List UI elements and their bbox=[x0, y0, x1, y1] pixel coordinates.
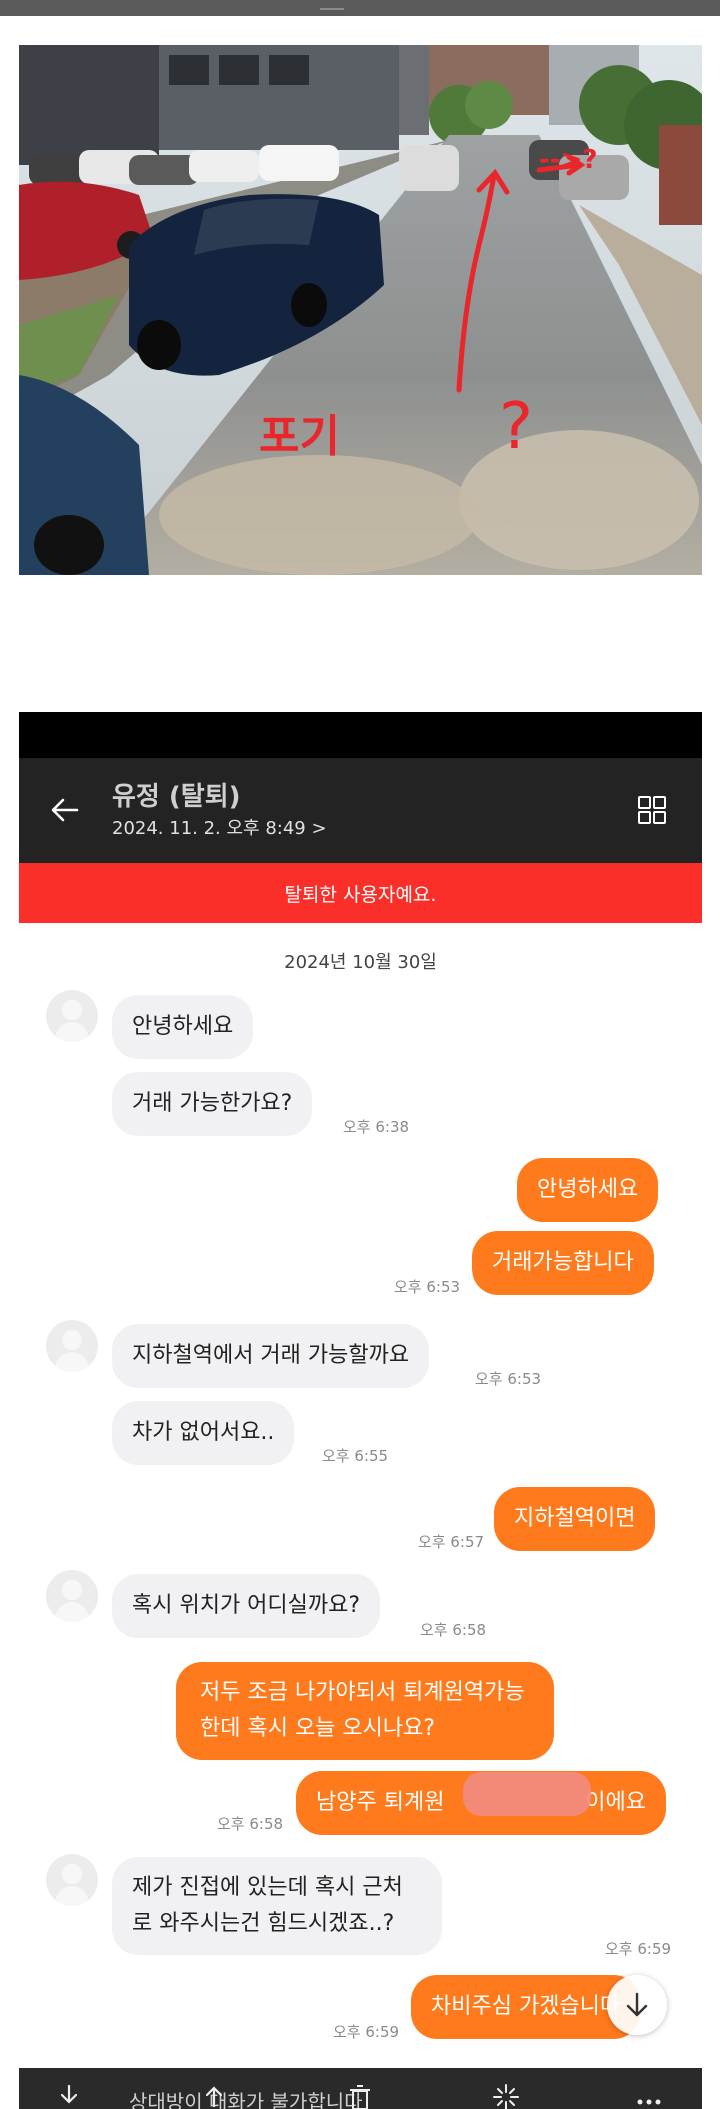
message-bubble-incoming: 혹시 위치가 어디실까요? bbox=[112, 1574, 381, 1638]
photo-annotation-question: ? bbox=[499, 390, 533, 464]
share-icon[interactable] bbox=[199, 2082, 229, 2109]
message-bubble-outgoing: 거래가능합니다 bbox=[472, 1231, 654, 1295]
scroll-down-icon bbox=[626, 1992, 648, 2017]
avatar[interactable] bbox=[46, 1854, 98, 1906]
avatar[interactable] bbox=[46, 1320, 98, 1372]
redaction-scribble bbox=[463, 1772, 591, 1816]
message-time: 오후 6:55 bbox=[322, 1447, 389, 1465]
chat-screen: 유정 (탈퇴) 2024. 11. 2. 오후 8:49 > 탈퇴한 사용자예요… bbox=[19, 712, 702, 2109]
chat-header: 유정 (탈퇴) 2024. 11. 2. 오후 8:49 > bbox=[19, 758, 702, 863]
date-separator: 2024년 10월 30일 bbox=[284, 952, 437, 973]
street-photo-drawing bbox=[19, 45, 702, 575]
top-bar bbox=[0, 0, 720, 16]
message-text: 남양주 퇴계원 bbox=[316, 1790, 445, 1815]
back-arrow-icon[interactable] bbox=[47, 792, 83, 828]
street-photo: 포기 ? -->? bbox=[19, 45, 702, 575]
message-bubble-outgoing: 지하철역이면 bbox=[494, 1487, 656, 1551]
message-time: 오후 6:53 bbox=[394, 1278, 461, 1296]
avatar[interactable] bbox=[46, 990, 98, 1042]
message-bubble-outgoing: 저두 조금 나가야되서 퇴계원역가능한데 혹시 오늘 오시나요? bbox=[176, 1662, 554, 1760]
message-text-suffix: 이에요 bbox=[585, 1790, 646, 1815]
message-time: 오후 6:58 bbox=[420, 1621, 487, 1639]
scroll-to-bottom-button[interactable] bbox=[607, 1975, 667, 2035]
message-time: 오후 6:59 bbox=[605, 1940, 672, 1958]
edit-icon[interactable] bbox=[491, 2082, 521, 2109]
chat-date-link[interactable]: 2024. 11. 2. 오후 8:49 > bbox=[112, 814, 327, 840]
bottom-toolbar: 상대방이 대화가 불가합니다 bbox=[19, 2068, 702, 2109]
chat-partner-name[interactable]: 유정 (탈퇴) bbox=[112, 776, 241, 813]
message-time: 오후 6:38 bbox=[343, 1118, 410, 1136]
top-bar-handle bbox=[320, 8, 344, 10]
download-icon[interactable] bbox=[54, 2082, 84, 2109]
message-bubble-incoming: 안녕하세요 bbox=[112, 995, 254, 1059]
message-bubble-incoming: 제가 진접에 있는데 혹시 근처로 와주시는건 힘드시겠죠..? bbox=[112, 1857, 442, 1955]
message-bubble-incoming: 지하철역에서 거래 가능할까요 bbox=[112, 1324, 430, 1388]
message-time: 오후 6:57 bbox=[418, 1533, 485, 1551]
message-bubble-incoming: 차가 없어서요.. bbox=[112, 1401, 295, 1465]
photo-annotation-arrow-note: -->? bbox=[539, 145, 598, 175]
message-bubble-outgoing: 차비주심 가겠습니다 bbox=[411, 1975, 641, 2039]
grid-menu-icon[interactable] bbox=[636, 794, 668, 826]
message-time: 오후 6:59 bbox=[333, 2023, 400, 2041]
status-bar bbox=[19, 712, 702, 758]
message-time: 오후 6:53 bbox=[475, 1370, 542, 1388]
toolbar-disabled-text: 상대방이 대화가 불가합니다 bbox=[129, 2090, 363, 2109]
message-bubble-incoming: 거래 가능한가요? bbox=[112, 1072, 313, 1136]
message-time: 오후 6:58 bbox=[217, 1815, 284, 1833]
more-icon[interactable] bbox=[634, 2082, 664, 2109]
message-bubble-outgoing: 안녕하세요 bbox=[517, 1158, 659, 1222]
trash-icon[interactable] bbox=[345, 2082, 375, 2109]
withdrawn-user-banner: 탈퇴한 사용자예요. bbox=[19, 863, 702, 923]
avatar[interactable] bbox=[46, 1570, 98, 1622]
photo-annotation-give-up: 포기 bbox=[259, 411, 340, 462]
